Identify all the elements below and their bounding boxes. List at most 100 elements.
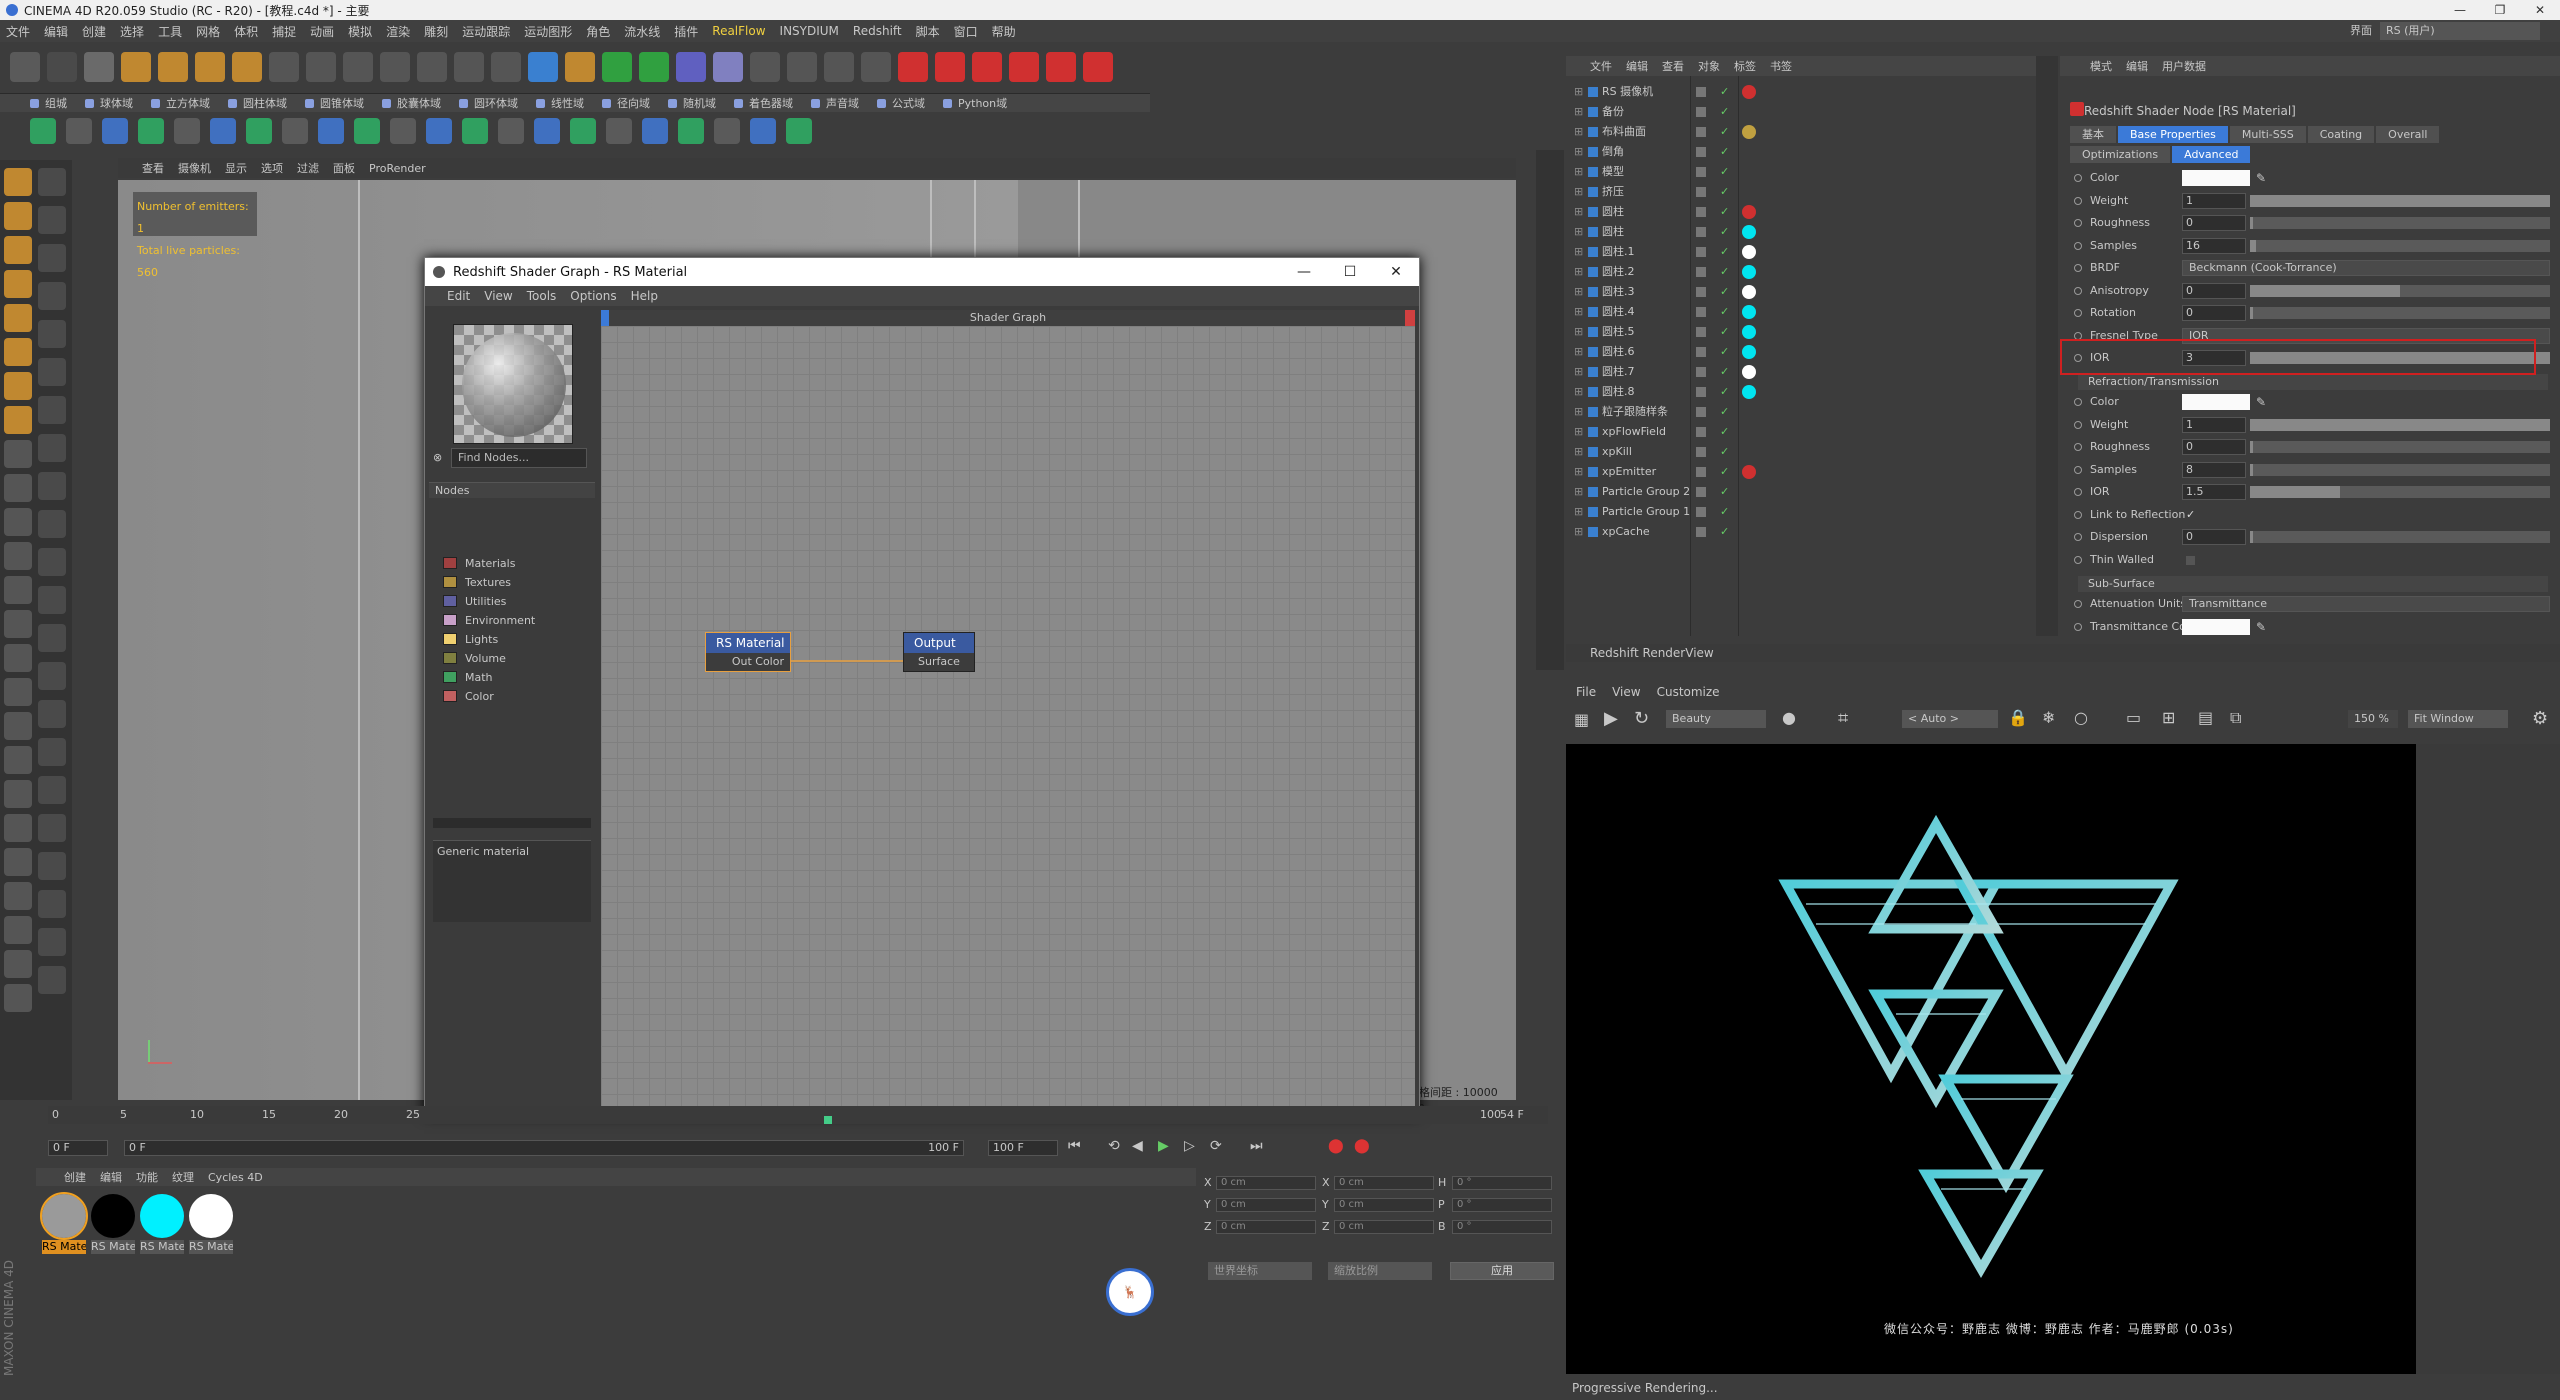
record-icon[interactable]: ●: [1782, 708, 1796, 727]
attr-tab[interactable]: Base Properties: [2118, 126, 2228, 143]
left-tool-icon[interactable]: [38, 548, 66, 576]
close-button[interactable]: ✕: [2520, 0, 2560, 20]
layer-icon[interactable]: [1696, 387, 1706, 397]
field-item[interactable]: 公式域: [877, 95, 925, 111]
tool-icon[interactable]: [750, 118, 776, 144]
menu-item[interactable]: INSYDIUM: [780, 24, 839, 38]
deformer-icon[interactable]: [676, 52, 706, 82]
left-tool-icon[interactable]: [4, 848, 32, 876]
material-tag-icon[interactable]: [1742, 345, 1756, 359]
object-row[interactable]: ⊞ 粒子跟随样条 ✓: [1566, 402, 2036, 422]
layer-icon[interactable]: [1696, 267, 1706, 277]
left-tool-icon[interactable]: [38, 700, 66, 728]
render-view-icon[interactable]: [417, 52, 447, 82]
add-icon[interactable]: [232, 52, 262, 82]
left-tool-icon[interactable]: [4, 304, 32, 332]
left-tool-icon[interactable]: [4, 984, 32, 1012]
layer-icon[interactable]: [1696, 87, 1706, 97]
nodes-scrollbar[interactable]: [433, 818, 591, 828]
material-ball[interactable]: [91, 1194, 135, 1238]
visible-check-icon[interactable]: ✓: [1720, 262, 1729, 282]
left-tool-icon[interactable]: [38, 510, 66, 538]
visible-check-icon[interactable]: ✓: [1720, 142, 1729, 162]
material-tag-icon[interactable]: [1742, 285, 1756, 299]
animate-dot-icon[interactable]: [2074, 510, 2082, 519]
menu-item[interactable]: 创建: [82, 23, 106, 40]
material-tag-icon[interactable]: [1742, 245, 1756, 259]
tool-icon[interactable]: [102, 118, 128, 144]
coord-field[interactable]: 0 cm: [1334, 1176, 1434, 1190]
expand-icon[interactable]: ⊞: [1574, 522, 1583, 542]
viewport-menu-item[interactable]: 过滤: [297, 160, 319, 176]
menu-item[interactable]: 窗口: [954, 23, 978, 40]
om-menu-item[interactable]: 文件: [1590, 58, 1612, 74]
visible-check-icon[interactable]: ✓: [1720, 182, 1729, 202]
current-frame-field[interactable]: 0 F: [48, 1140, 108, 1156]
animate-dot-icon[interactable]: [2074, 174, 2082, 182]
xp2-icon[interactable]: [861, 52, 891, 82]
tool-icon[interactable]: [318, 118, 344, 144]
attr-value-field[interactable]: 1.5: [2182, 484, 2246, 500]
tool-icon[interactable]: [66, 118, 92, 144]
left-tool-icon[interactable]: [4, 950, 32, 978]
menu-item[interactable]: 运动图形: [524, 23, 572, 40]
left-tool-icon[interactable]: [4, 916, 32, 944]
coord-field[interactable]: 0 cm: [1334, 1198, 1434, 1212]
left-tool-icon[interactable]: [38, 624, 66, 652]
left-tool-icon[interactable]: [4, 338, 32, 366]
visible-check-icon[interactable]: ✓: [1720, 162, 1729, 182]
rs-icon-2[interactable]: [935, 52, 965, 82]
object-row[interactable]: ⊞ 圆柱.8 ✓: [1566, 382, 2036, 402]
left-tool-icon[interactable]: [4, 678, 32, 706]
sss-section-header[interactable]: Sub-Surface: [2078, 576, 2548, 592]
coord-field[interactable]: 0 cm: [1216, 1198, 1316, 1212]
left-tool-icon[interactable]: [38, 244, 66, 272]
tool-icon[interactable]: [714, 118, 740, 144]
go-end-icon[interactable]: ⏭: [1250, 1138, 1263, 1154]
expand-icon[interactable]: ⊞: [1574, 122, 1583, 142]
animate-dot-icon[interactable]: [2074, 398, 2082, 406]
visible-check-icon[interactable]: ✓: [1720, 102, 1729, 122]
om-menu-item[interactable]: 对象: [1698, 58, 1720, 74]
expand-icon[interactable]: ⊞: [1574, 242, 1583, 262]
attr-slider[interactable]: [2250, 441, 2550, 453]
layout-select[interactable]: RS (用户): [2380, 22, 2540, 40]
viewport-menu-item[interactable]: 面板: [333, 160, 355, 176]
object-row[interactable]: ⊞ 圆柱.1 ✓: [1566, 242, 2036, 262]
frame-range-slider[interactable]: 0 F 100 F: [124, 1140, 964, 1156]
expand-icon[interactable]: ⊞: [1574, 162, 1583, 182]
light-icon[interactable]: [787, 52, 817, 82]
material-ball[interactable]: [140, 1194, 184, 1238]
rs-icon-3[interactable]: [972, 52, 1002, 82]
tool-icon[interactable]: [426, 118, 452, 144]
expand-icon[interactable]: ⊞: [1574, 502, 1583, 522]
expand-icon[interactable]: ⊞: [1574, 302, 1583, 322]
tool-icon[interactable]: [534, 118, 560, 144]
rs-icon-4[interactable]: [1009, 52, 1039, 82]
add-icon[interactable]: ⊞: [2162, 708, 2175, 727]
tool-icon[interactable]: [462, 118, 488, 144]
rs-icon-1[interactable]: [898, 52, 928, 82]
object-row[interactable]: ⊞ RS 摄像机 ✓: [1566, 82, 2036, 102]
node-category-color[interactable]: Color: [443, 687, 494, 705]
shader-graph-canvas[interactable]: Shader Graph RS Material Out Color Outpu…: [601, 310, 1415, 1112]
sg-close-button[interactable]: ✕: [1373, 258, 1419, 286]
expand-icon[interactable]: ⊞: [1574, 322, 1583, 342]
object-row[interactable]: ⊞ xpEmitter ✓: [1566, 462, 2036, 482]
expand-icon[interactable]: ⊞: [1574, 422, 1583, 442]
circle-icon[interactable]: ○: [2074, 708, 2088, 727]
field-item[interactable]: 径向域: [602, 95, 650, 111]
tool-icon[interactable]: [606, 118, 632, 144]
snowflake-icon[interactable]: ❄: [2042, 708, 2055, 727]
eyedropper-icon[interactable]: ✎: [2256, 392, 2266, 412]
animate-dot-icon[interactable]: [2074, 488, 2082, 496]
field-item[interactable]: 胶囊体域: [382, 95, 441, 111]
menu-item[interactable]: Redshift: [853, 24, 902, 38]
layer-icon[interactable]: [1696, 427, 1706, 437]
eyedropper-icon[interactable]: ✎: [2256, 617, 2266, 637]
coord-field[interactable]: 0 cm: [1216, 1176, 1316, 1190]
mm-menu-item[interactable]: 纹理: [172, 1169, 194, 1185]
tool-icon[interactable]: [390, 118, 416, 144]
attr-value-field[interactable]: 0: [2182, 215, 2246, 231]
layer-icon[interactable]: [1696, 327, 1706, 337]
